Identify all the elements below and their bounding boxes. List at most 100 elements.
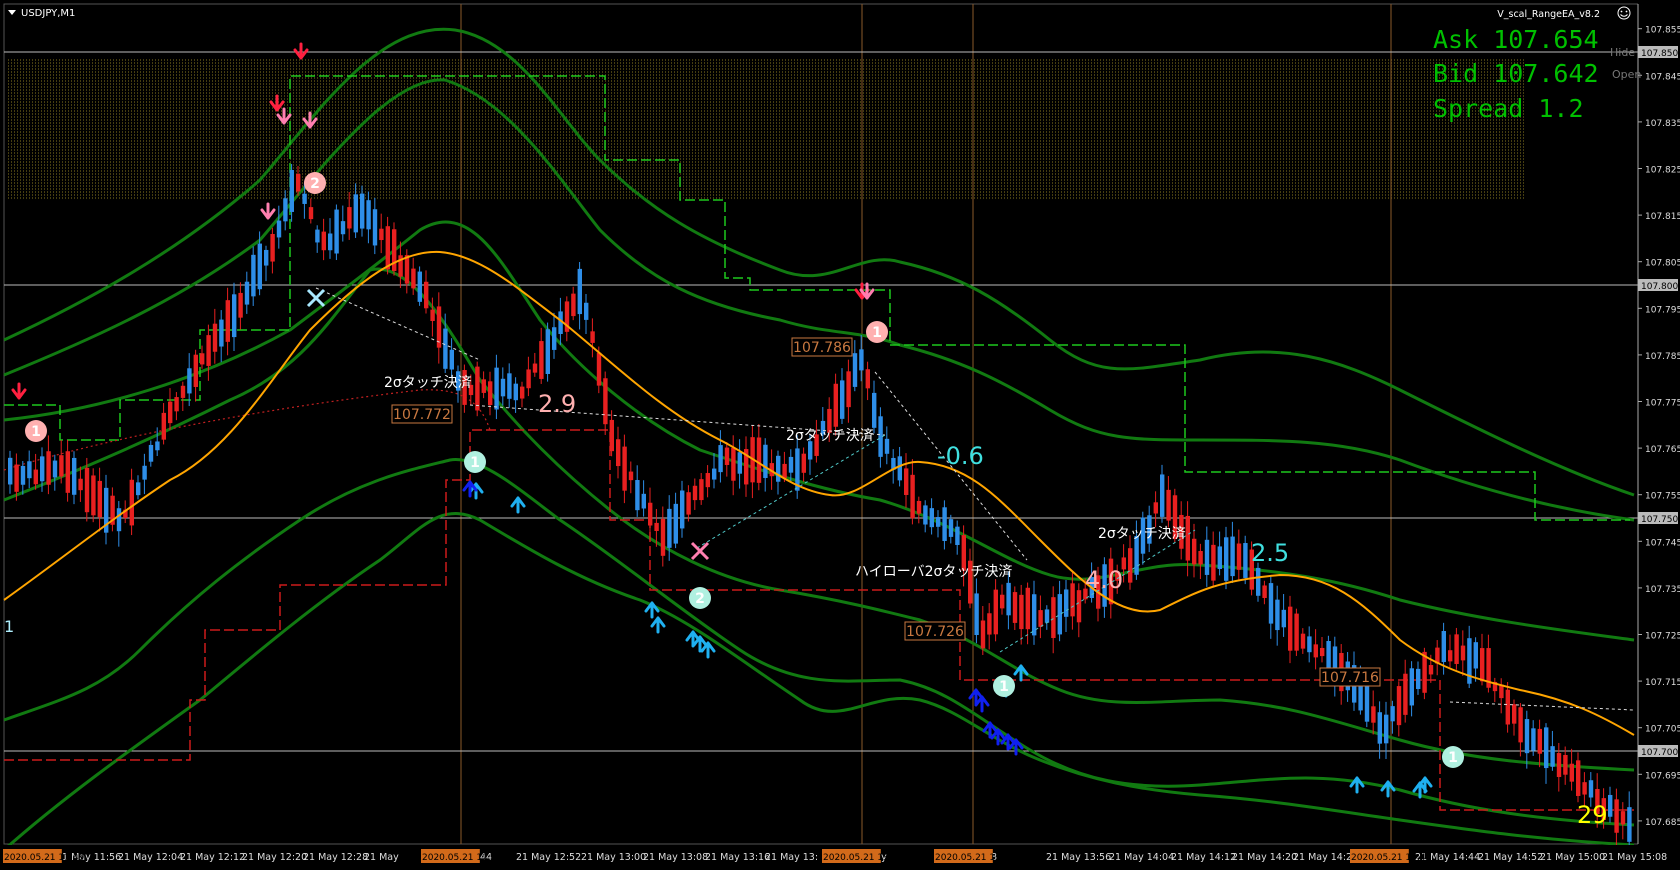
candle-body bbox=[545, 329, 550, 374]
candle-body bbox=[923, 505, 928, 525]
candle-body bbox=[641, 493, 646, 509]
candle-body bbox=[1608, 794, 1613, 817]
pnl-label: 29 bbox=[1577, 801, 1608, 829]
candle-body bbox=[1076, 590, 1082, 623]
candle-body bbox=[660, 518, 666, 556]
price-tick-label: 107.835 bbox=[1645, 119, 1680, 129]
candle-body bbox=[993, 589, 998, 635]
candle-body bbox=[1198, 550, 1203, 565]
candle-body bbox=[1224, 537, 1229, 581]
candle-body bbox=[513, 383, 518, 401]
candle-body bbox=[897, 456, 902, 481]
candle-body bbox=[539, 341, 544, 379]
candle-body bbox=[225, 300, 230, 342]
hide-button[interactable]: Hide bbox=[1610, 46, 1635, 59]
candle-body bbox=[1460, 645, 1466, 661]
candle-body bbox=[174, 397, 179, 412]
open-button[interactable]: Open bbox=[1612, 68, 1641, 81]
price-box-label: 107.786 bbox=[793, 340, 851, 356]
candle-body bbox=[1064, 589, 1069, 617]
entry-circle-label: 1 bbox=[999, 679, 1009, 695]
candle-body bbox=[308, 207, 314, 220]
candle-body bbox=[1409, 668, 1414, 706]
touch-settlement-label: 2σタッチ決済 bbox=[1098, 526, 1186, 542]
candle-body bbox=[27, 461, 32, 479]
candle-body bbox=[1038, 610, 1043, 627]
price-tick-label: 107.755 bbox=[1645, 492, 1680, 502]
candle-body bbox=[1236, 543, 1242, 570]
time-highlight-label: 2020.05.21 12:45 bbox=[422, 853, 502, 863]
time-label: 21 May 12:12 bbox=[180, 852, 245, 863]
bid-price: Bid 107.642 bbox=[1433, 59, 1599, 88]
candle-body bbox=[1268, 583, 1274, 624]
pnl-label: 2.9 bbox=[538, 390, 576, 418]
candle-body bbox=[763, 444, 768, 478]
price-chart[interactable]: 1 2 1 1 2 1 1 1 107.786 107.772 107.726 107.716 2σタ… bbox=[0, 0, 1680, 870]
candle-body bbox=[1262, 585, 1267, 598]
candle-body bbox=[737, 452, 742, 474]
candle-body bbox=[1537, 728, 1542, 754]
price-tick-label: 107.825 bbox=[1645, 166, 1680, 176]
candle-body bbox=[507, 373, 512, 399]
candle-body bbox=[1556, 753, 1562, 777]
candle-body bbox=[705, 473, 710, 488]
time-label: 21 May 15:00 bbox=[1540, 852, 1605, 863]
candle-body bbox=[424, 281, 429, 309]
candle-body bbox=[84, 467, 90, 513]
candle-body bbox=[859, 349, 864, 371]
candle-body bbox=[148, 444, 154, 462]
candle-body bbox=[699, 479, 704, 501]
candle-body bbox=[686, 492, 691, 515]
candle-body bbox=[1185, 515, 1190, 561]
candle-body bbox=[33, 469, 38, 485]
price-tick-label: 107.815 bbox=[1645, 212, 1680, 222]
candle-body bbox=[718, 445, 723, 473]
left-edge-mark: 1 bbox=[4, 617, 14, 636]
candle-body bbox=[1294, 613, 1299, 651]
price-tick-label: 107.725 bbox=[1645, 632, 1680, 642]
candle-body bbox=[206, 335, 211, 366]
candle-body bbox=[1416, 668, 1421, 690]
candle-body bbox=[1230, 536, 1235, 577]
candle-body bbox=[616, 439, 621, 467]
candle-body bbox=[1448, 650, 1453, 662]
candle-body bbox=[1160, 474, 1165, 517]
candle-body bbox=[78, 478, 83, 491]
candle-body bbox=[1384, 714, 1389, 744]
candle-body bbox=[46, 451, 51, 485]
price-box-label: 107.726 bbox=[906, 624, 964, 640]
candle-body bbox=[667, 508, 672, 548]
candle-body bbox=[1192, 538, 1197, 565]
entry-circle-label: 2 bbox=[695, 591, 705, 607]
candle-body bbox=[1544, 727, 1549, 769]
candle-body bbox=[571, 293, 576, 317]
candle-body bbox=[801, 453, 806, 473]
entry-circle-label: 1 bbox=[1448, 750, 1458, 766]
candle-body bbox=[353, 194, 358, 233]
candle-body bbox=[232, 294, 237, 338]
candle-body bbox=[270, 233, 275, 262]
symbol-label: USDJPY,M1 bbox=[21, 8, 75, 19]
candle-body bbox=[910, 474, 915, 519]
candle-body bbox=[532, 363, 538, 373]
candle-body bbox=[1454, 634, 1459, 664]
candle-body bbox=[1006, 582, 1011, 616]
candle-body bbox=[1256, 567, 1261, 596]
candle-body bbox=[116, 508, 122, 532]
candle-body bbox=[788, 456, 794, 473]
candle-body bbox=[142, 465, 147, 480]
time-label: 21 May 15:08 bbox=[1602, 852, 1667, 863]
candle-body bbox=[648, 502, 653, 526]
candle-body bbox=[840, 380, 845, 419]
price-tick-label: 107.705 bbox=[1645, 725, 1680, 735]
candle-body bbox=[296, 173, 301, 192]
candle-body bbox=[865, 369, 870, 389]
candle-body bbox=[481, 379, 486, 393]
candle-body bbox=[500, 378, 506, 397]
candle-body bbox=[916, 500, 922, 514]
price-tick-label: 107.845 bbox=[1645, 72, 1680, 82]
candle-body bbox=[552, 327, 557, 350]
candle-body bbox=[347, 207, 352, 229]
candle-body bbox=[411, 268, 416, 289]
candle-body bbox=[1473, 642, 1478, 669]
